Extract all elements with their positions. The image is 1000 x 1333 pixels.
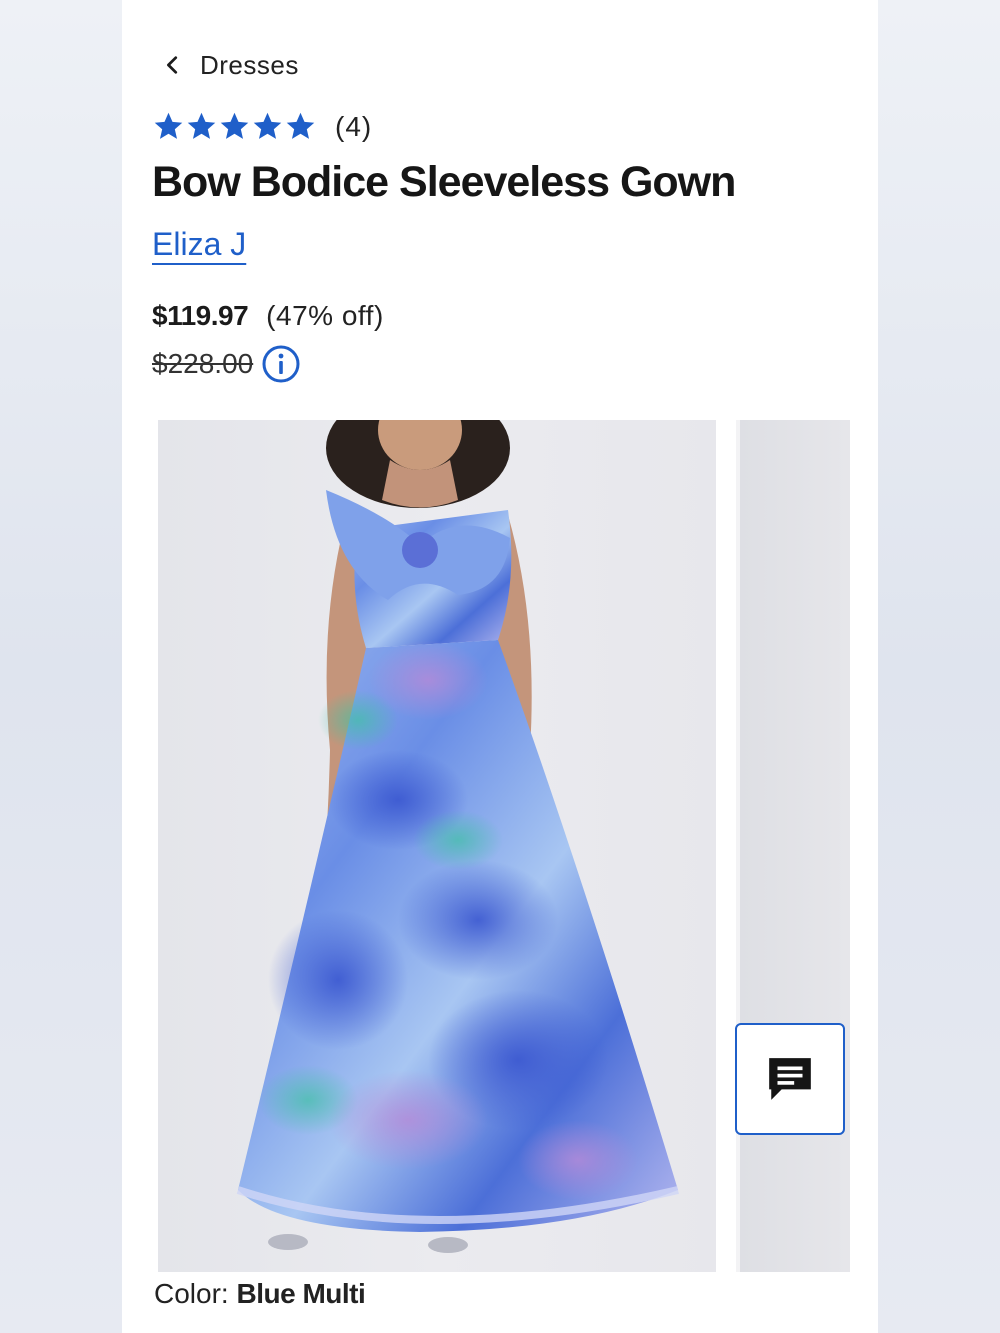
page-background-left — [0, 0, 122, 1333]
brand-link[interactable]: Eliza J — [152, 226, 246, 263]
product-page: Dresses (4) Bow Bodice Sleeveless Gown E… — [122, 0, 878, 1333]
info-icon[interactable] — [261, 344, 301, 384]
product-image-gallery[interactable] — [154, 420, 878, 1272]
review-count: (4) — [335, 110, 373, 142]
product-title: Bow Bodice Sleeveless Gown — [152, 158, 736, 206]
gown-photo-illustration — [236, 420, 679, 1253]
star-icon — [154, 112, 183, 139]
price-row: $119.97 (47% off) — [152, 300, 384, 332]
original-price-row: $228.00 — [152, 344, 301, 384]
original-price: $228.00 — [152, 348, 254, 379]
color-value: Blue Multi — [236, 1278, 366, 1309]
chat-icon — [769, 1058, 811, 1100]
chevron-left-icon — [167, 56, 178, 74]
chat-button[interactable] — [735, 1023, 845, 1135]
product-rating[interactable]: (4) — [152, 110, 372, 143]
sale-price: $119.97 — [152, 300, 249, 331]
star-icon — [286, 112, 315, 139]
breadcrumb-label: Dresses — [200, 49, 299, 80]
page-background-right — [878, 0, 1000, 1333]
discount-percent: (47% off) — [266, 300, 384, 331]
product-main-image[interactable] — [158, 420, 716, 1272]
star-icon — [187, 112, 216, 139]
star-rating — [152, 110, 317, 143]
color-label: Color: — [154, 1278, 229, 1309]
breadcrumb-back-link[interactable]: Dresses — [162, 48, 299, 82]
star-icon — [253, 112, 282, 139]
star-icon — [220, 112, 249, 139]
product-next-image[interactable] — [736, 420, 850, 1272]
selected-color: Color: Blue Multi — [154, 1278, 366, 1310]
